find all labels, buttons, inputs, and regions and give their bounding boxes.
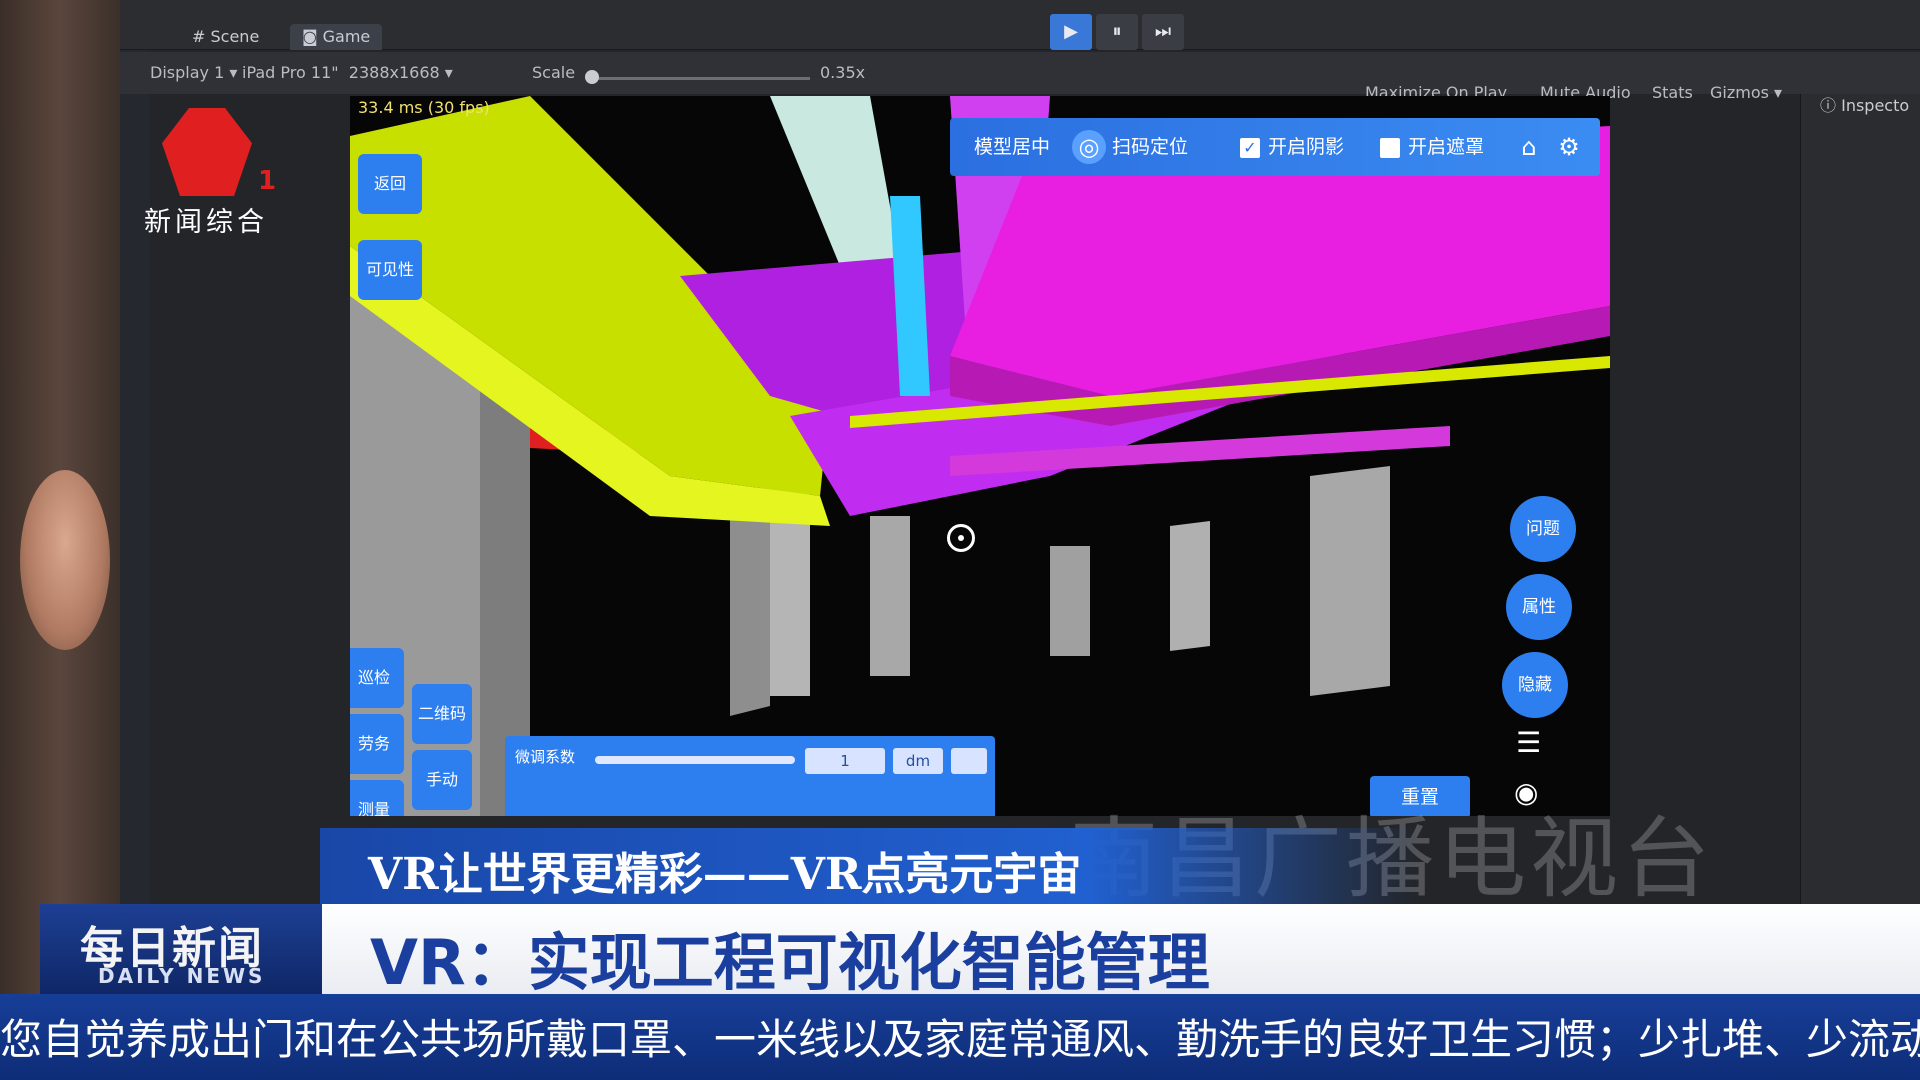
manual-button[interactable]: 手动	[412, 750, 472, 810]
program-logo: 每日新闻 DAILY NEWS	[40, 904, 322, 994]
checkbox-checked-icon: ✓	[1240, 137, 1260, 158]
ticker-text: 您自觉养成出门和在公共场所戴口罩、一米线以及家庭常通风、勤洗手的良好卫生习惯；少…	[0, 1015, 1920, 1064]
scale-value: 0.35x	[820, 63, 866, 82]
game-view-bar: Display 1 ▾ iPad Pro 11" 2388x1668 ▾ Sca…	[120, 52, 1920, 102]
inspector-panel	[1800, 94, 1920, 1000]
game-viewport[interactable]: 33.4 ms (30 fps) 模型居中 ◎ 扫码定位 ✓ 开启阴影 开启遮罩 …	[350, 96, 1610, 816]
crosshair-icon	[947, 524, 975, 552]
person-ear	[20, 470, 110, 650]
subtitle-banner: VR让世界更精彩——VR点亮元宇宙	[320, 828, 1420, 904]
column-mid-2	[870, 516, 910, 676]
gizmos-label: Gizmos	[1710, 83, 1769, 102]
back-button[interactable]: 返回	[358, 154, 422, 214]
step-button[interactable]: ⏭	[1142, 14, 1184, 50]
scale-label: Scale	[532, 63, 576, 82]
visibility-button[interactable]: 可见性	[358, 240, 422, 300]
measure-button[interactable]: 测量	[350, 780, 404, 816]
labor-button[interactable]: 劳务	[350, 714, 404, 774]
resolution-label: 2388x1668	[348, 63, 440, 82]
fine-tune-value[interactable]: 1	[805, 748, 885, 774]
column-mid-4	[1170, 521, 1210, 651]
unity-toolbar: # Scene ◙ Game ▶ ⏸ ⏭	[120, 0, 1920, 50]
fine-tune-slider[interactable]	[595, 756, 795, 764]
program-name-en: DAILY NEWS	[98, 964, 266, 988]
fine-tune-panel: 微调系数 1 dm	[505, 736, 995, 816]
headline-text: VR：实现工程可视化智能管理	[370, 926, 1210, 999]
scan-locate-button[interactable]: 扫码定位	[1112, 132, 1188, 159]
viewer-toolbar: 模型居中 ◎ 扫码定位 ✓ 开启阴影 开启遮罩 ⌂ ⚙	[950, 118, 1600, 176]
subtitle-text: VR让世界更精彩——VR点亮元宇宙	[368, 849, 1082, 900]
info-icon: ⓘ	[1820, 96, 1837, 115]
sliders-icon[interactable]: ☰	[1516, 726, 1541, 759]
display-label: Display 1	[150, 63, 225, 82]
gizmos-dropdown[interactable]: Gizmos ▾	[1710, 80, 1782, 106]
station-emblem-icon	[162, 108, 252, 196]
extra-field[interactable]	[951, 748, 987, 774]
pause-button[interactable]: ⏸	[1096, 14, 1138, 50]
tab-game[interactable]: ◙ Game	[290, 24, 383, 50]
inspector-label: Inspecto	[1841, 96, 1910, 115]
model-center-button[interactable]: 模型居中	[974, 132, 1050, 159]
camera-icon[interactable]: ⌂	[1512, 130, 1546, 164]
channel-number: 1	[258, 166, 277, 196]
occlusion-toggle[interactable]: 开启遮罩	[1380, 132, 1484, 159]
stats-toggle[interactable]: Stats	[1652, 80, 1693, 106]
occlusion-label: 开启遮罩	[1408, 136, 1485, 158]
news-ticker: 您自觉养成出门和在公共场所戴口罩、一米线以及家庭常通风、勤洗手的良好卫生习惯；少…	[0, 994, 1920, 1080]
scale-slider-track[interactable]	[590, 77, 810, 80]
tab-scene-label: Scene	[210, 27, 260, 46]
display-dropdown[interactable]: Display 1 ▾	[150, 60, 237, 86]
tab-scene[interactable]: # Scene	[180, 24, 271, 50]
checkbox-empty-icon	[1380, 137, 1400, 158]
device-dropdown[interactable]: iPad Pro 11" 2388x1668 ▾	[242, 60, 453, 86]
station-logo: 1 新闻综合	[140, 108, 290, 238]
frame-time-readout: 33.4 ms (30 fps)	[358, 98, 490, 117]
patrol-button[interactable]: 巡检	[350, 648, 404, 708]
bim-3d-scene	[350, 96, 1610, 816]
scale-slider-handle[interactable]	[585, 70, 599, 84]
tab-game-label: Game	[322, 27, 371, 46]
property-button[interactable]: 属性	[1506, 574, 1572, 640]
screen-root: { "unity": { "tabs": {"scene": "Scene", …	[0, 0, 1920, 1080]
gamepad-icon: ◙	[302, 27, 318, 46]
scene-icon: #	[192, 27, 206, 46]
headline-bar: VR：实现工程可视化智能管理	[322, 904, 1920, 999]
device-label: iPad Pro 11"	[242, 63, 339, 82]
column-mid-3	[1050, 546, 1090, 656]
qrcode-button[interactable]: 二维码	[412, 684, 472, 744]
hide-button[interactable]: 隐藏	[1502, 652, 1568, 718]
unit-dropdown[interactable]: dm	[893, 748, 943, 774]
channel-name: 新闻综合	[144, 207, 268, 238]
issue-button[interactable]: 问题	[1510, 496, 1576, 562]
scan-icon[interactable]: ◎	[1072, 130, 1106, 164]
shadow-label: 开启阴影	[1268, 136, 1345, 158]
play-button[interactable]: ▶	[1050, 14, 1092, 50]
fine-tune-label: 微调系数	[515, 748, 576, 766]
shadow-toggle[interactable]: ✓ 开启阴影	[1240, 132, 1344, 159]
column-right	[1310, 466, 1390, 696]
inspector-tab[interactable]: ⓘ Inspecto	[1820, 92, 1909, 116]
gear-icon[interactable]: ⚙	[1552, 130, 1586, 164]
